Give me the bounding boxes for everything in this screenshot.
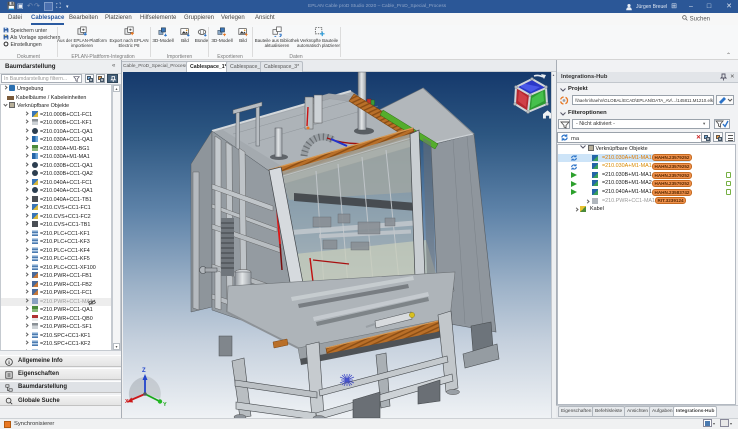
svg-text:Z: Z [142, 368, 146, 374]
svg-text:Y: Y [163, 402, 167, 408]
svg-text:X: X [125, 399, 129, 405]
